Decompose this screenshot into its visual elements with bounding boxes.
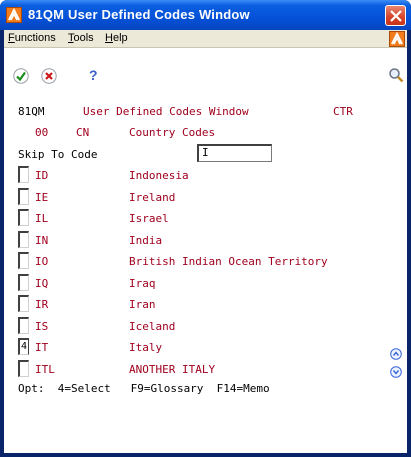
menu-help[interactable]: Help: [105, 32, 128, 44]
search-icon: [389, 68, 404, 83]
code-value: ITL: [35, 363, 55, 376]
option-field[interactable]: [18, 360, 29, 377]
code-type-description: Country Codes: [129, 126, 216, 139]
window-body: Functions Tools Help ? 81QM User Defined…: [4, 30, 407, 453]
app-menu-icon[interactable]: [389, 31, 405, 47]
code-value: IL: [35, 212, 49, 225]
code-value: IN: [35, 234, 49, 247]
skip-to-code-label: Skip To Code: [18, 148, 98, 161]
option-field[interactable]: [18, 317, 29, 334]
cancel-button[interactable]: [41, 68, 57, 84]
chevron-up-icon: [390, 348, 402, 360]
option-field[interactable]: [18, 166, 29, 183]
help-button[interactable]: ?: [89, 67, 105, 83]
option-field[interactable]: [18, 231, 29, 248]
app-icon: [6, 7, 22, 23]
cancel-icon: [41, 68, 57, 84]
product-code: 00: [35, 126, 49, 139]
help-icon: ?: [89, 67, 98, 83]
code-value: ID: [35, 169, 49, 182]
option-field[interactable]: [18, 188, 29, 205]
option-field[interactable]: [18, 252, 29, 269]
code-value: IO: [35, 255, 49, 268]
code-value: IT: [35, 341, 49, 354]
code-value: IR: [35, 298, 49, 311]
code-description: Israel: [129, 212, 169, 225]
page-up-button[interactable]: [390, 348, 402, 360]
code-description: Iceland: [129, 320, 176, 333]
menu-functions[interactable]: Functions: [8, 32, 56, 44]
title-bar[interactable]: 81QM User Defined Codes Window: [0, 0, 411, 30]
ok-button[interactable]: [13, 68, 29, 84]
close-icon: [390, 10, 402, 22]
option-field[interactable]: [18, 274, 29, 291]
check-icon: [13, 68, 29, 84]
function-key-legend: Opt: 4=Select F9=Glossary F14=Memo: [18, 382, 270, 395]
code-description: Italy: [129, 341, 163, 354]
code-description: Indonesia: [129, 169, 189, 182]
skip-to-code-input[interactable]: I: [197, 144, 272, 162]
system-tag: CTR: [333, 105, 353, 118]
code-value: IE: [35, 191, 49, 204]
page-down-button[interactable]: [390, 366, 402, 378]
code-description: British Indian Ocean Territory: [129, 255, 328, 268]
screen-heading: User Defined Codes Window: [83, 105, 249, 118]
menu-tools[interactable]: Tools: [68, 32, 94, 44]
code-value: IQ: [35, 277, 49, 290]
code-type: CN: [76, 126, 90, 139]
toolbar: ?: [4, 49, 407, 101]
close-button[interactable]: [385, 5, 406, 26]
option-field[interactable]: 4: [18, 338, 29, 355]
window-title: 81QM User Defined Codes Window: [28, 7, 250, 22]
code-description: India: [129, 234, 163, 247]
window: 81QM User Defined Codes Window Functions…: [0, 0, 411, 457]
menu-bar: Functions Tools Help: [4, 30, 407, 48]
search-button[interactable]: [388, 67, 404, 83]
code-description: ANOTHER ITALY: [129, 363, 216, 376]
option-field[interactable]: [18, 295, 29, 312]
code-description: Iraq: [129, 277, 156, 290]
code-value: IS: [35, 320, 49, 333]
code-description: Ireland: [129, 191, 176, 204]
code-description: Iran: [129, 298, 156, 311]
chevron-down-icon: [390, 366, 402, 378]
program-id: 81QM: [18, 105, 45, 118]
option-field[interactable]: [18, 209, 29, 226]
